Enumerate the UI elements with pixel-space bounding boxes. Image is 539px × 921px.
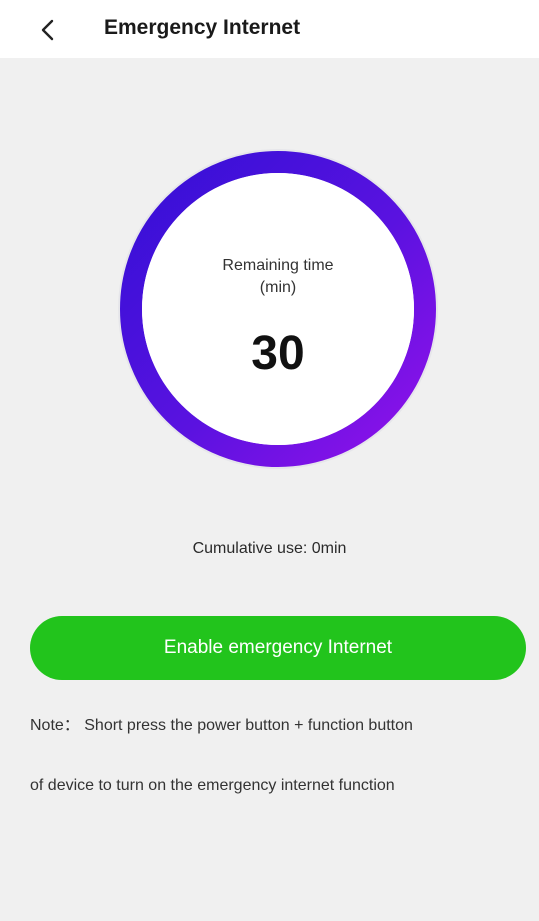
back-button[interactable] [30, 12, 66, 48]
page-title: Emergency Internet [104, 16, 301, 39]
timer-ring [118, 149, 438, 469]
note-line-2: of device to turn on the emergency inter… [30, 777, 395, 794]
note-line-1: Note： Short press the power button + fun… [30, 717, 413, 734]
chevron-left-icon [41, 19, 54, 41]
remaining-time-value: 30 [251, 327, 305, 380]
remaining-time-label: Remaining time [222, 257, 334, 274]
remaining-time-dial: Remaining time (min) 30 [102, 148, 454, 470]
cumulative-use-text: Cumulative use: 0min [192, 540, 347, 557]
enable-emergency-internet-button[interactable]: Enable emergency Internet [30, 616, 526, 680]
remaining-time-unit: (min) [259, 279, 297, 296]
header-bar: Emergency Internet [0, 0, 539, 58]
ring-inner-face [142, 173, 414, 445]
